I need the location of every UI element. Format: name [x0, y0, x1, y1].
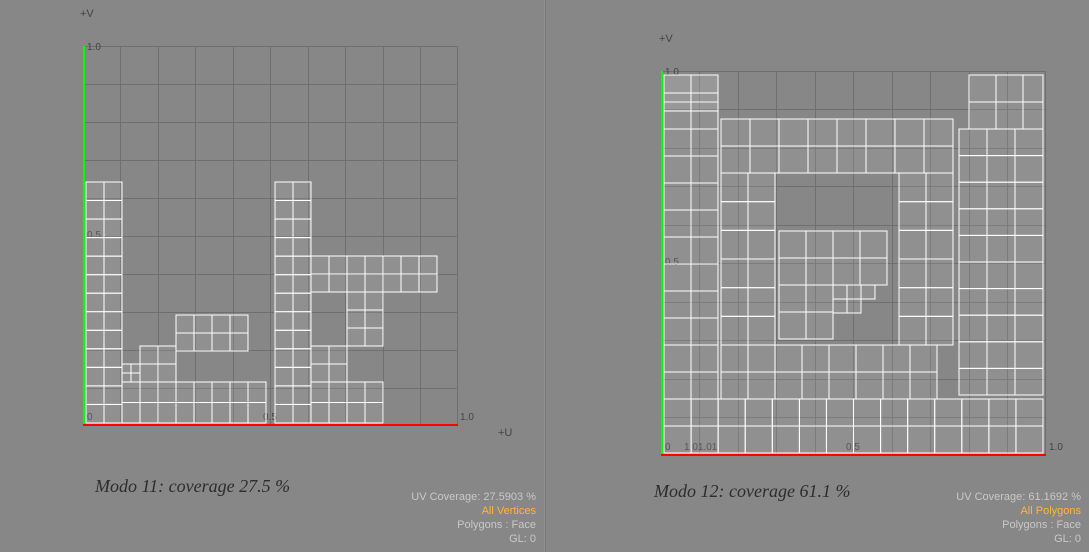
axis-v-label: +V — [659, 33, 673, 45]
axis-u-label: +U — [498, 427, 512, 439]
uv-plot-left[interactable]: 0 0.5 1.0 0.5 1.0 — [83, 46, 458, 426]
stat-selection: All Vertices — [2, 504, 536, 518]
stat-gl: GL: 0 — [2, 532, 536, 546]
uv-shapes-left — [83, 46, 458, 426]
tick-1x: 1.0 — [1049, 442, 1063, 453]
stat-polygons: Polygons : Face — [2, 518, 536, 532]
stat-gl: GL: 0 — [548, 532, 1081, 546]
tick-1x: 1.0 — [460, 412, 474, 423]
uv-plot-right[interactable]: 0 1.01.01 0.5 1.0 0.5 1.0 — [661, 71, 1046, 456]
uv-shapes-right — [661, 71, 1046, 456]
uv-panel-right: +V 0 1.01 — [546, 0, 1089, 552]
stat-coverage: UV Coverage: 61.1692 % — [548, 490, 1081, 504]
stat-selection: All Polygons — [548, 504, 1081, 518]
stats-left: UV Coverage: 27.5903 % All Vertices Poly… — [2, 490, 536, 546]
stat-polygons: Polygons : Face — [548, 518, 1081, 532]
stat-coverage: UV Coverage: 27.5903 % — [2, 490, 536, 504]
uv-panel-left: +V +U — [0, 0, 544, 552]
axis-v-label: +V — [80, 8, 94, 20]
stats-right: UV Coverage: 61.1692 % All Polygons Poly… — [548, 490, 1081, 546]
